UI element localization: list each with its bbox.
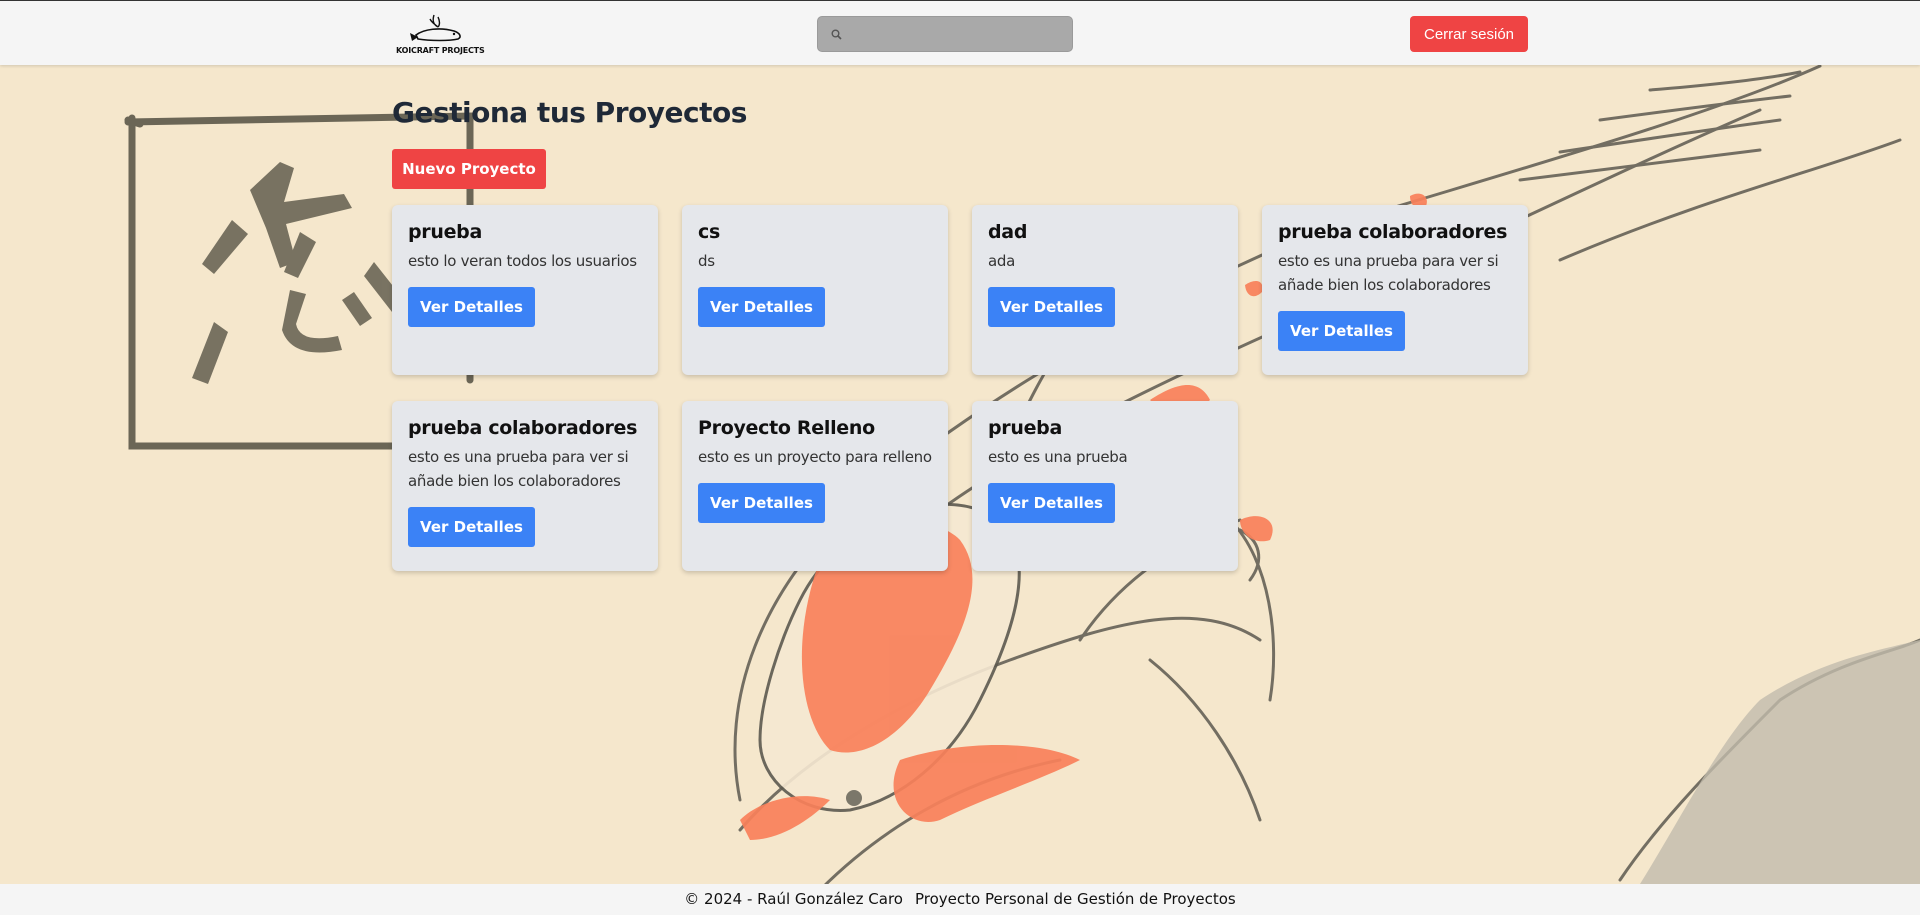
view-details-button[interactable]: Ver Detalles	[988, 287, 1115, 327]
project-card: cs ds Ver Detalles	[682, 205, 948, 375]
footer: © 2024 - Raúl González Caro Proyecto Pers…	[0, 884, 1920, 915]
search-icon	[831, 29, 842, 40]
top-navbar: KOICRAFT PROJECTS Cerrar sesión	[0, 0, 1920, 65]
project-description: ada	[988, 252, 1016, 270]
project-title: cs	[698, 221, 720, 243]
koi-background-illustration	[0, 0, 1920, 915]
footer-copyright: © 2024 - Raúl González Caro	[684, 890, 903, 908]
view-details-button[interactable]: Ver Detalles	[1278, 311, 1405, 351]
view-details-button[interactable]: Ver Detalles	[408, 287, 535, 327]
search-input[interactable]	[846, 17, 1070, 53]
koi-fish-icon	[410, 14, 461, 42]
new-project-button[interactable]: Nuevo Proyecto	[392, 149, 546, 189]
project-title: prueba colaboradores	[408, 417, 638, 439]
project-card: prueba esto lo veran todos los usuarios …	[392, 205, 658, 375]
project-card: prueba esto es una prueba Ver Detalles	[972, 401, 1238, 571]
logout-button[interactable]: Cerrar sesión	[1410, 16, 1528, 52]
project-description: esto es una prueba para ver si añade bie…	[1278, 252, 1499, 294]
project-title: Proyecto Relleno	[698, 417, 875, 439]
view-details-button[interactable]: Ver Detalles	[408, 507, 535, 547]
project-card: prueba colaboradores esto es una prueba …	[1262, 205, 1528, 375]
project-title: dad	[988, 221, 1028, 243]
view-details-button[interactable]: Ver Detalles	[698, 483, 825, 523]
project-card: dad ada Ver Detalles	[972, 205, 1238, 375]
view-details-button[interactable]: Ver Detalles	[988, 483, 1115, 523]
project-title: prueba	[988, 417, 1063, 439]
project-title: prueba	[408, 221, 483, 243]
project-description: ds	[698, 252, 715, 270]
project-description: esto es una prueba	[988, 448, 1128, 466]
project-description: esto es un proyecto para relleno	[698, 448, 932, 466]
view-details-button[interactable]: Ver Detalles	[698, 287, 825, 327]
logo-text: KOICRAFT PROJECTS	[396, 46, 485, 55]
project-card: prueba colaboradores esto es una prueba …	[392, 401, 658, 571]
project-title: prueba colaboradores	[1278, 221, 1508, 243]
project-description: esto es una prueba para ver si añade bie…	[408, 448, 629, 490]
page-title: Gestiona tus Proyectos	[392, 96, 747, 129]
project-description: esto lo veran todos los usuarios	[408, 252, 637, 270]
search-bar[interactable]	[817, 16, 1073, 53]
project-card: Proyecto Relleno esto es un proyecto par…	[682, 401, 948, 571]
footer-tagline: Proyecto Personal de Gestión de Proyecto…	[914, 890, 1236, 908]
koicraft-logo[interactable]: KOICRAFT PROJECTS	[396, 13, 485, 55]
